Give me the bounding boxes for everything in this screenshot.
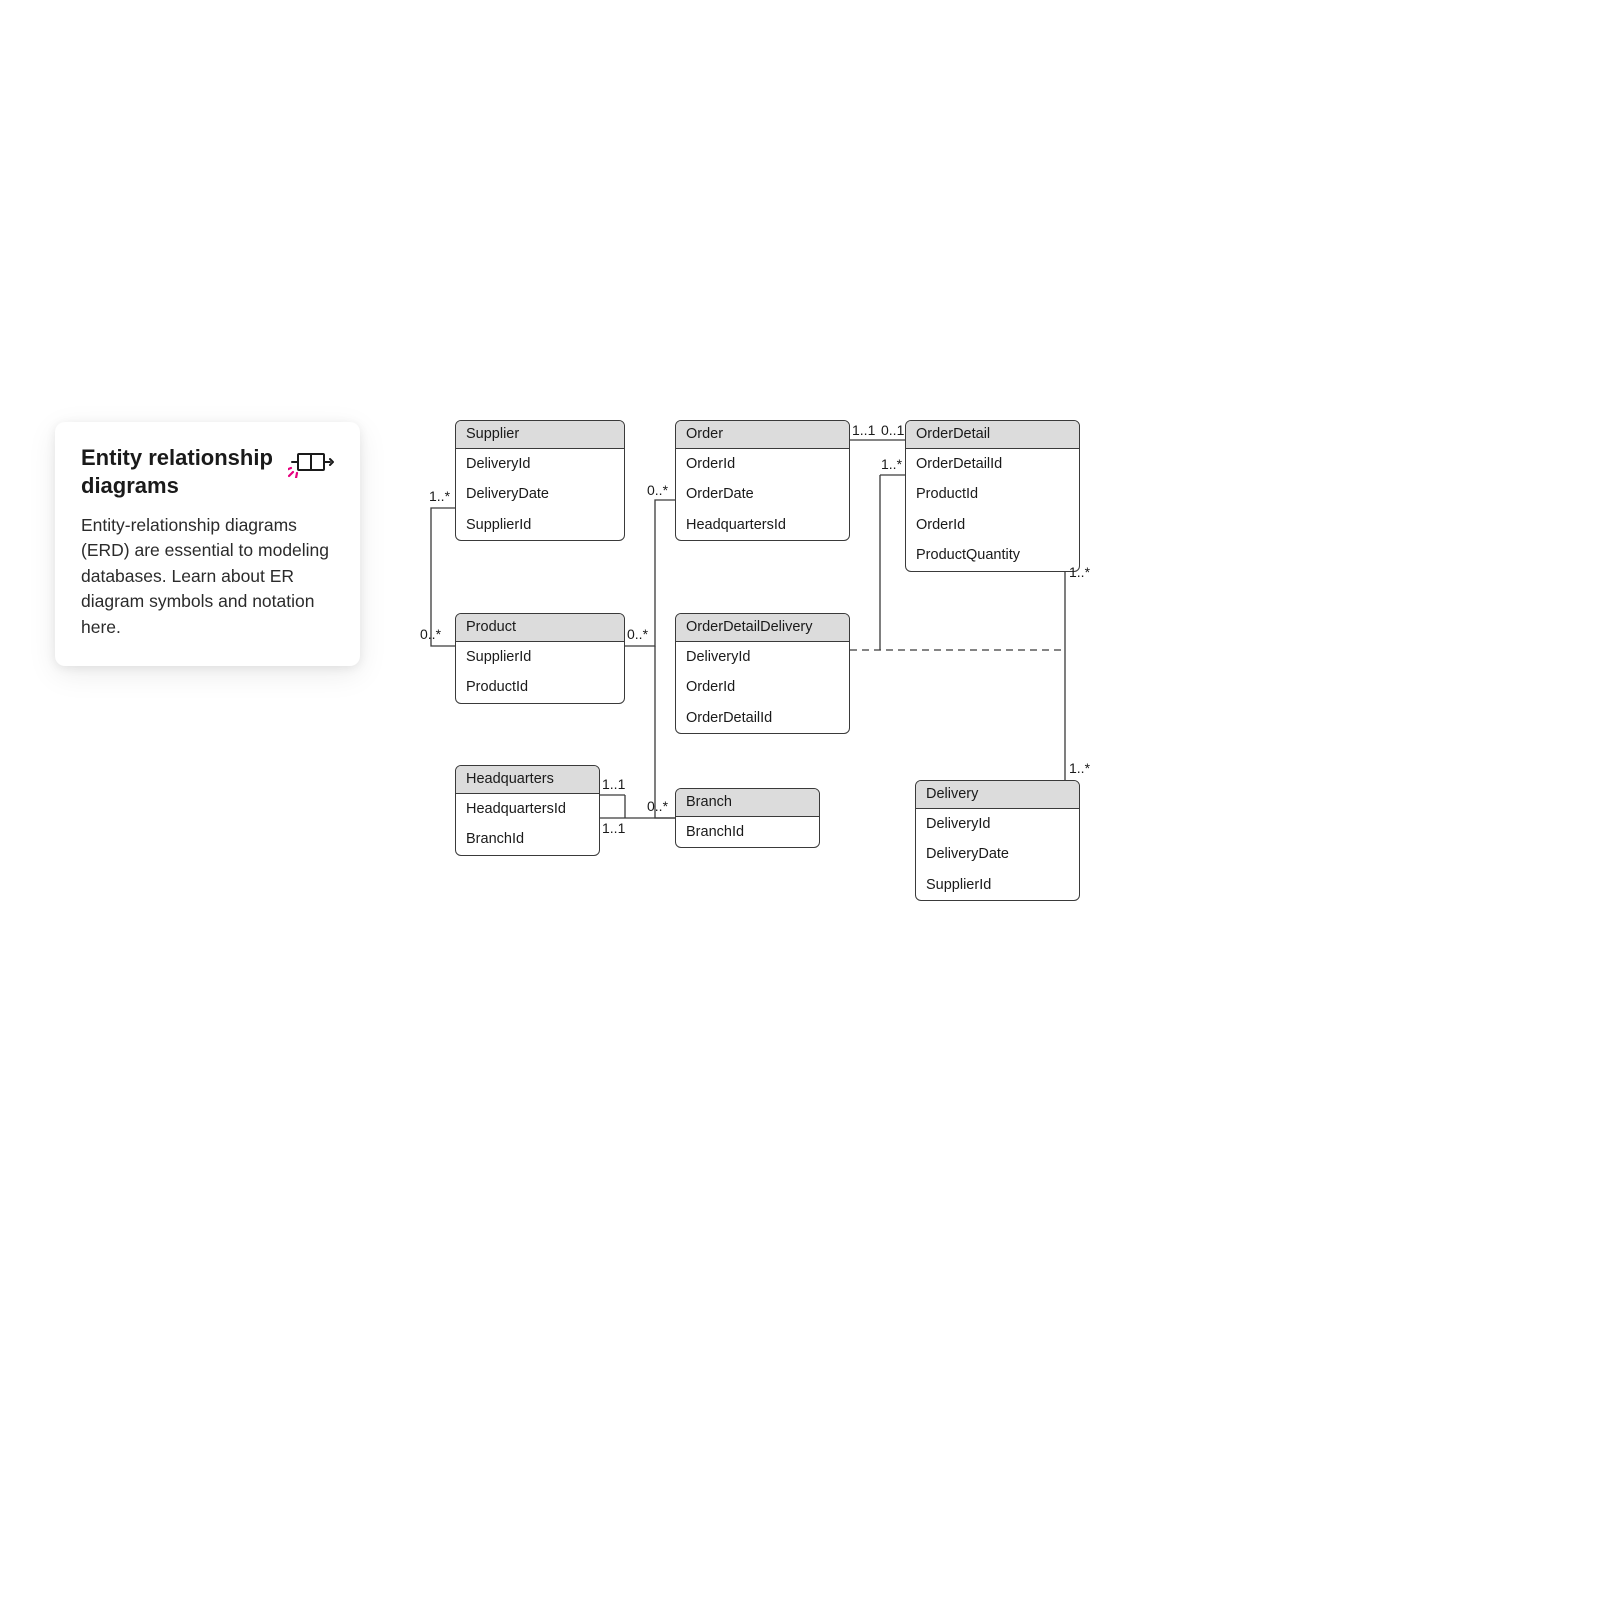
entity-attr: DeliveryId xyxy=(916,809,1079,839)
entity-attr: HeadquartersId xyxy=(676,510,849,540)
entity-attr: OrderId xyxy=(676,672,849,702)
entity-attr: OrderDetailId xyxy=(906,449,1079,479)
card-title: Entity relationship diagrams xyxy=(81,444,274,499)
entity-attr: OrderId xyxy=(676,449,849,479)
entity-attr: DeliveryId xyxy=(456,449,624,479)
er-diagram: Supplier DeliveryId DeliveryDate Supplie… xyxy=(415,400,1115,960)
entity-attr: SupplierId xyxy=(456,510,624,540)
entity-order[interactable]: Order OrderId OrderDate HeadquartersId xyxy=(675,420,850,541)
multiplicity: 1..1 xyxy=(602,776,625,792)
entity-attr: ProductId xyxy=(456,672,624,702)
entity-branch[interactable]: Branch BranchId xyxy=(675,788,820,848)
multiplicity: 1..1 xyxy=(602,820,625,836)
multiplicity: 0..* xyxy=(647,798,668,814)
entity-attr: DeliveryDate xyxy=(456,479,624,509)
card-body: Entity-relationship diagrams (ERD) are e… xyxy=(81,513,334,640)
multiplicity: 0..* xyxy=(420,626,441,642)
entity-header: Branch xyxy=(676,789,819,817)
entity-header: Supplier xyxy=(456,421,624,449)
entity-attr: OrderDetailId xyxy=(676,703,849,733)
entity-header: Delivery xyxy=(916,781,1079,809)
entity-attr: HeadquartersId xyxy=(456,794,599,824)
entity-supplier[interactable]: Supplier DeliveryId DeliveryDate Supplie… xyxy=(455,420,625,541)
multiplicity: 0..* xyxy=(647,482,668,498)
multiplicity: 0..* xyxy=(627,626,648,642)
multiplicity: 1..* xyxy=(881,456,902,472)
entity-attr: ProductQuantity xyxy=(906,540,1079,570)
entity-header: OrderDetailDelivery xyxy=(676,614,849,642)
entity-attr: DeliveryDate xyxy=(916,839,1079,869)
entity-attr: ProductId xyxy=(906,479,1079,509)
entity-attr: BranchId xyxy=(676,817,819,847)
multiplicity: 0..1 xyxy=(881,422,904,438)
entity-product[interactable]: Product SupplierId ProductId xyxy=(455,613,625,704)
multiplicity: 1..* xyxy=(429,488,450,504)
multiplicity: 1..1 xyxy=(852,422,875,438)
entity-headquarters[interactable]: Headquarters HeadquartersId BranchId xyxy=(455,765,600,856)
entity-header: Product xyxy=(456,614,624,642)
entity-header: Headquarters xyxy=(456,766,599,794)
entity-attr: SupplierId xyxy=(916,870,1079,900)
info-card: Entity relationship diagrams Entity-rela… xyxy=(55,422,360,666)
multiplicity: 1..* xyxy=(1069,564,1090,580)
multiplicity: 1..* xyxy=(1069,760,1090,776)
entity-orderdetaildelivery[interactable]: OrderDetailDelivery DeliveryId OrderId O… xyxy=(675,613,850,734)
entity-delivery[interactable]: Delivery DeliveryId DeliveryDate Supplie… xyxy=(915,780,1080,901)
entity-attr: OrderDate xyxy=(676,479,849,509)
entity-attr: DeliveryId xyxy=(676,642,849,672)
entity-attr: BranchId xyxy=(456,824,599,854)
entity-header: OrderDetail xyxy=(906,421,1079,449)
entity-attr: SupplierId xyxy=(456,642,624,672)
entity-orderdetail[interactable]: OrderDetail OrderDetailId ProductId Orde… xyxy=(905,420,1080,572)
entity-attr: OrderId xyxy=(906,510,1079,540)
erd-icon xyxy=(288,448,334,483)
entity-header: Order xyxy=(676,421,849,449)
